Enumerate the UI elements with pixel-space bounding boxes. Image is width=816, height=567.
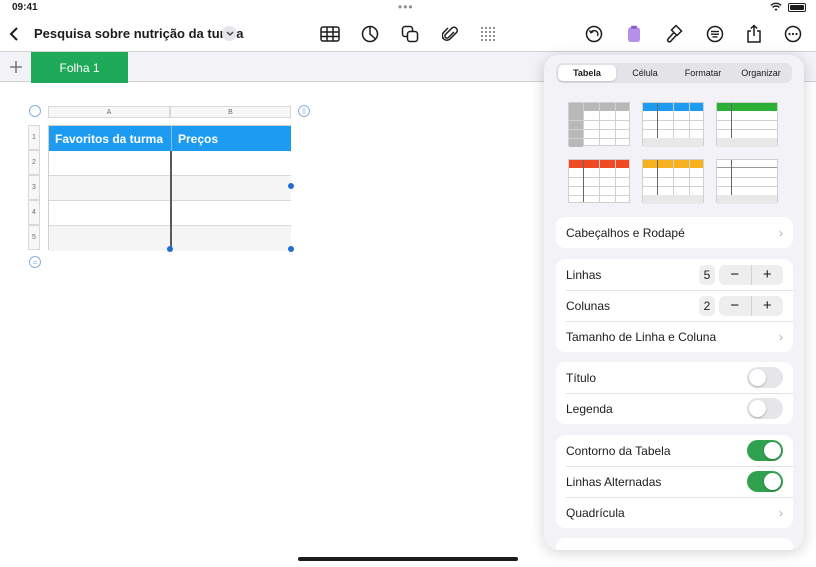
format-brush-icon[interactable] bbox=[662, 22, 686, 46]
tab-celula[interactable]: Célula bbox=[616, 65, 674, 81]
next-group-partial bbox=[556, 538, 793, 550]
undo-icon[interactable] bbox=[582, 22, 606, 46]
column-divider[interactable] bbox=[170, 151, 172, 250]
headers-footer-group: Cabeçalhos e Rodapé › bbox=[556, 217, 793, 248]
document-title[interactable]: Pesquisa sobre nutrição da turma bbox=[34, 26, 244, 41]
gridlines-label: Quadrícula bbox=[566, 505, 625, 520]
title-caption-group: Título Legenda bbox=[556, 362, 793, 424]
caption-label: Legenda bbox=[566, 401, 613, 416]
row-column-size-label: Tamanho de Linha e Coluna bbox=[566, 329, 717, 344]
columns-stepper: − + bbox=[719, 295, 784, 316]
columns-plus-button[interactable]: + bbox=[750, 295, 784, 316]
tab-tabela[interactable]: Tabela bbox=[558, 65, 616, 81]
columns-label: Colunas bbox=[566, 298, 611, 313]
table-style-green[interactable] bbox=[716, 102, 778, 147]
clipboard-icon[interactable] bbox=[622, 22, 646, 46]
chevron-down-icon[interactable] bbox=[222, 26, 237, 41]
table-icon[interactable] bbox=[318, 22, 342, 46]
table-select-handle[interactable] bbox=[29, 105, 41, 117]
outline-row: Contorno da Tabela bbox=[556, 435, 793, 466]
resize-handle[interactable] bbox=[288, 183, 294, 189]
column-header-a[interactable]: A bbox=[48, 106, 170, 118]
table-style-blue[interactable] bbox=[642, 102, 704, 147]
back-icon[interactable] bbox=[2, 22, 26, 46]
resize-handle[interactable] bbox=[288, 246, 294, 252]
headers-footer-label: Cabeçalhos e Rodapé bbox=[566, 225, 685, 240]
share-icon[interactable] bbox=[742, 22, 766, 46]
tab-organizar[interactable]: Organizar bbox=[732, 65, 790, 81]
toolbar: Pesquisa sobre nutrição da turma bbox=[0, 18, 816, 50]
sheet-tab[interactable]: Folha 1 bbox=[31, 52, 128, 83]
add-column-handle[interactable]: || bbox=[298, 105, 310, 117]
caption-toggle[interactable] bbox=[747, 398, 783, 419]
resize-handle[interactable] bbox=[167, 246, 173, 252]
attachment-icon[interactable] bbox=[438, 22, 462, 46]
header-cell-a1[interactable]: Favoritos da turma bbox=[49, 126, 171, 151]
add-row-handle[interactable]: = bbox=[29, 256, 41, 268]
plus-icon bbox=[10, 61, 22, 73]
gridlines-row[interactable]: Quadrícula › bbox=[556, 497, 793, 528]
title-label: Título bbox=[566, 370, 597, 385]
rows-minus-button[interactable]: − bbox=[719, 265, 751, 285]
alternating-row: Linhas Alternadas bbox=[556, 466, 793, 497]
status-time: 09:41 bbox=[12, 2, 38, 13]
grid-icon[interactable] bbox=[476, 22, 500, 46]
alternating-toggle[interactable] bbox=[747, 471, 783, 492]
multitasking-dots[interactable]: ••• bbox=[398, 0, 414, 14]
battery-icon bbox=[788, 2, 806, 12]
chevron-right-icon: › bbox=[779, 505, 783, 520]
inspector-tabs: Tabela Célula Formatar Organizar bbox=[556, 63, 792, 83]
home-indicator[interactable] bbox=[298, 557, 518, 561]
alternating-label: Linhas Alternadas bbox=[566, 474, 662, 489]
column-header-b[interactable]: B bbox=[170, 106, 291, 118]
columns-row: Colunas 2 − + bbox=[556, 290, 793, 321]
status-indicators bbox=[770, 2, 806, 12]
tab-formatar[interactable]: Formatar bbox=[674, 65, 732, 81]
table-style-gray[interactable] bbox=[568, 102, 630, 147]
table-options-group: Contorno da Tabela Linhas Alternadas Qua… bbox=[556, 435, 793, 528]
title-toggle[interactable] bbox=[747, 367, 783, 388]
rows-label: Linhas bbox=[566, 267, 602, 282]
rows-plus-button[interactable]: + bbox=[750, 264, 784, 285]
row-header-5[interactable]: 5 bbox=[28, 225, 40, 250]
columns-value[interactable]: 2 bbox=[699, 295, 715, 316]
add-sheet-button[interactable] bbox=[6, 57, 26, 77]
chevron-right-icon: › bbox=[779, 329, 783, 344]
outline-toggle[interactable] bbox=[747, 440, 783, 461]
row-header-1[interactable]: 1 bbox=[28, 125, 40, 150]
headers-footer-row[interactable]: Cabeçalhos e Rodapé › bbox=[556, 217, 793, 248]
chart-icon[interactable] bbox=[358, 22, 382, 46]
table: Favoritos da turma Preços bbox=[48, 125, 291, 251]
rows-row: Linhas 5 − + bbox=[556, 259, 793, 290]
wifi-icon bbox=[770, 2, 782, 11]
table-style-yellow[interactable] bbox=[642, 159, 704, 204]
rows-stepper: − + bbox=[719, 264, 784, 285]
shapes-icon[interactable] bbox=[398, 22, 422, 46]
header-cell-b1[interactable]: Preços bbox=[171, 126, 291, 151]
title-row: Título bbox=[556, 362, 793, 393]
chevron-right-icon: › bbox=[779, 225, 783, 240]
caption-row: Legenda bbox=[556, 393, 793, 424]
list-icon[interactable] bbox=[703, 22, 727, 46]
table-style-red[interactable] bbox=[568, 159, 630, 203]
columns-minus-button[interactable]: − bbox=[719, 296, 751, 316]
rows-value[interactable]: 5 bbox=[699, 264, 715, 285]
row-header-2[interactable]: 2 bbox=[28, 150, 40, 175]
more-icon[interactable] bbox=[781, 22, 805, 46]
rows-columns-group: Linhas 5 − + Colunas 2 − + Tamanho de Li… bbox=[556, 259, 793, 352]
table-style-plain[interactable] bbox=[716, 159, 778, 204]
row-header-4[interactable]: 4 bbox=[28, 200, 40, 225]
row-header-3[interactable]: 3 bbox=[28, 175, 40, 200]
outline-label: Contorno da Tabela bbox=[566, 443, 671, 458]
format-inspector: Tabela Célula Formatar Organizar Cabeçal… bbox=[544, 55, 804, 550]
row-column-size-row[interactable]: Tamanho de Linha e Coluna › bbox=[556, 321, 793, 352]
